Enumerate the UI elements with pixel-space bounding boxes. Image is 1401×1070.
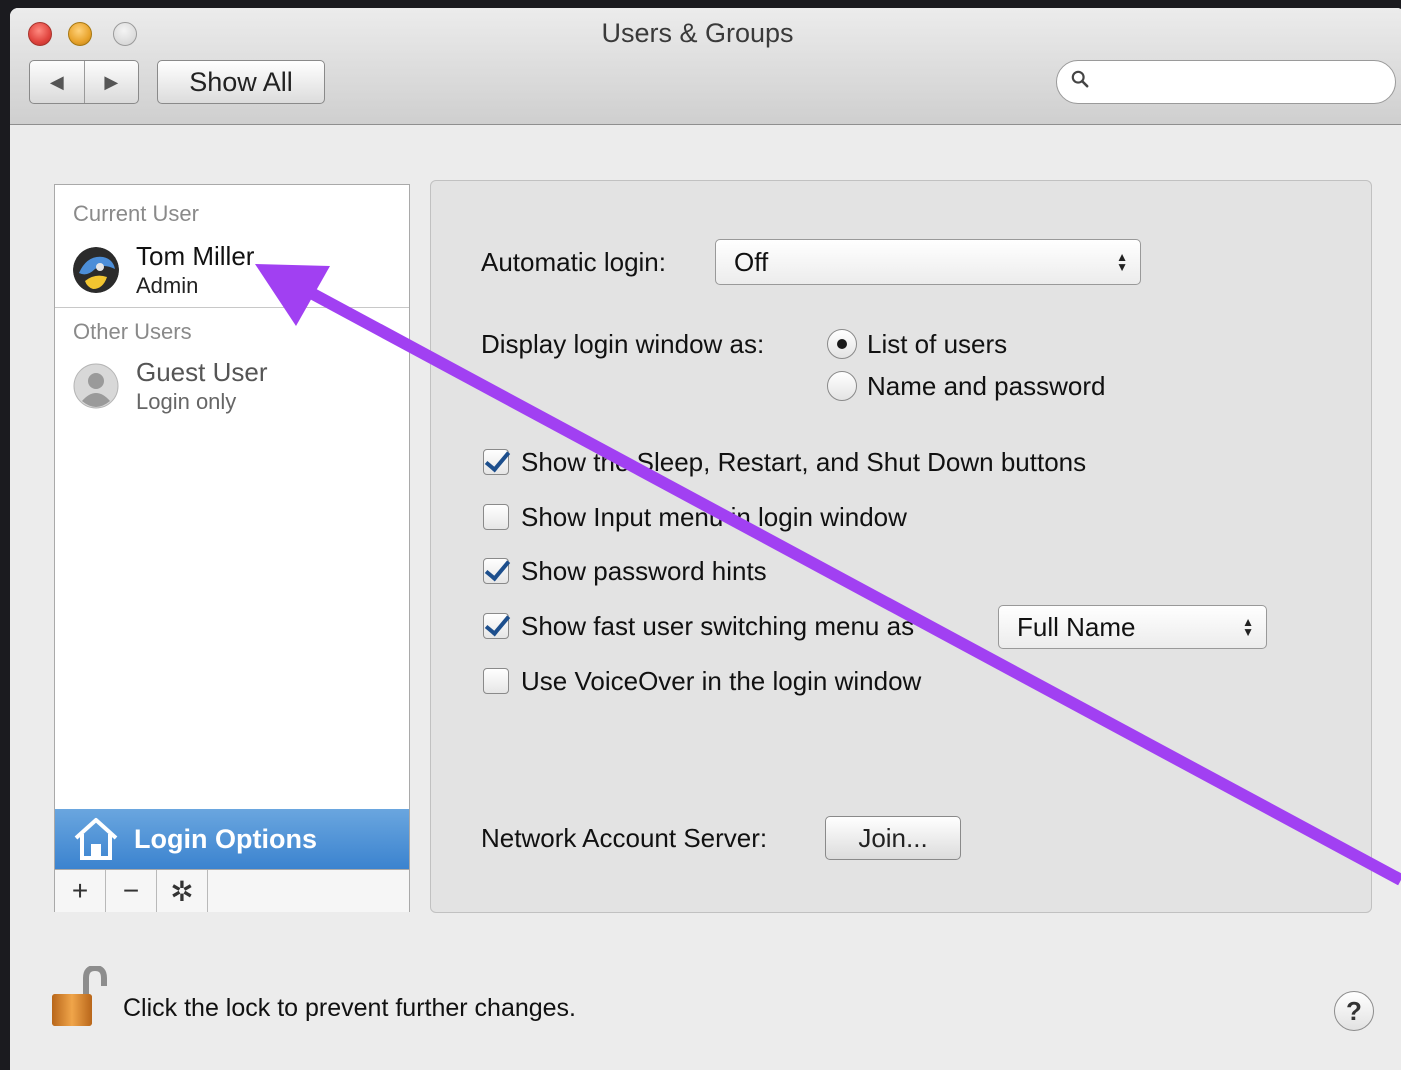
divider — [55, 307, 409, 308]
checkbox-fast-user-switching[interactable] — [483, 613, 509, 639]
search-field[interactable] — [1056, 60, 1396, 104]
radio-label-name-and-password: Name and password — [867, 371, 1106, 401]
search-icon — [1071, 70, 1089, 88]
login-options-panel: Automatic login: Off ▲ ▼ Display login wi… — [430, 180, 1372, 913]
forward-arrow-icon[interactable]: ▶ — [85, 61, 139, 103]
remove-user-button[interactable]: − — [106, 870, 157, 912]
guest-avatar-icon — [73, 363, 119, 409]
toolbar: Users & Groups ◀ ▶ Show All — [10, 8, 1401, 125]
login-options-label: Login Options — [134, 823, 317, 854]
current-user-header: Current User — [73, 201, 199, 226]
user-item-tom-miller[interactable]: Tom Miller Admin — [73, 241, 393, 301]
automatic-login-value: Off — [734, 246, 769, 277]
window-title: Users & Groups — [601, 18, 794, 48]
users-list-sidebar: Current User Tom Miller Admin Other User… — [54, 184, 410, 912]
back-arrow-icon[interactable]: ◀ — [30, 61, 85, 103]
house-icon — [74, 818, 118, 860]
user-item-guest[interactable]: Guest User Login only — [73, 357, 393, 417]
help-button[interactable]: ? — [1334, 991, 1374, 1031]
fast-switch-value: Full Name — [1017, 611, 1136, 642]
user-name: Guest User — [136, 357, 268, 387]
checkbox-label: Show password hints — [521, 556, 767, 586]
display-login-label: Display login window as: — [481, 329, 765, 359]
automatic-login-popup[interactable]: Off ▲ ▼ — [715, 239, 1141, 285]
user-avatar-icon — [73, 247, 119, 293]
checkbox-label: Show fast user switching menu as — [521, 611, 915, 641]
automatic-login-label: Automatic login: — [481, 247, 666, 277]
checkbox-sleep-restart-shutdown[interactable] — [483, 449, 509, 475]
checkbox-label: Show the Sleep, Restart, and Shut Down b… — [521, 447, 1087, 477]
users-groups-window: Users & Groups ◀ ▶ Show All Current User… — [10, 8, 1401, 1070]
popup-arrows-icon: ▲ ▼ — [1242, 615, 1254, 639]
radio-name-and-password[interactable] — [827, 371, 857, 401]
gear-icon[interactable]: ✲ — [157, 870, 208, 912]
checkbox-input-menu[interactable] — [483, 504, 509, 530]
other-users-header: Other Users — [73, 319, 192, 344]
popup-arrows-icon: ▲ ▼ — [1116, 250, 1128, 274]
back-forward-control: ◀ ▶ — [29, 60, 139, 104]
show-all-button[interactable]: Show All — [157, 60, 325, 104]
user-name: Tom Miller — [136, 241, 255, 271]
search-input[interactable] — [1105, 67, 1379, 99]
user-role: Login only — [136, 389, 237, 414]
login-options-item[interactable]: Login Options — [55, 809, 409, 869]
lock-status-text: Click the lock to prevent further change… — [123, 994, 577, 1022]
sidebar-action-bar: + − ✲ — [55, 869, 409, 912]
checkbox-password-hints[interactable] — [483, 558, 509, 584]
radio-label-list-of-users: List of users — [867, 329, 1008, 359]
user-role: Admin — [136, 273, 199, 298]
checkbox-label: Show Input menu in login window — [521, 502, 907, 532]
radio-list-of-users[interactable] — [827, 329, 857, 359]
fast-switch-popup[interactable]: Full Name ▲ ▼ — [998, 605, 1267, 649]
join-button[interactable]: Join... — [825, 816, 961, 860]
add-user-button[interactable]: + — [55, 870, 106, 912]
network-server-label: Network Account Server: — [481, 823, 768, 853]
checkbox-voiceover[interactable] — [483, 668, 509, 694]
checkbox-label: Use VoiceOver in the login window — [521, 666, 922, 696]
unlocked-padlock-icon[interactable] — [50, 966, 110, 1028]
